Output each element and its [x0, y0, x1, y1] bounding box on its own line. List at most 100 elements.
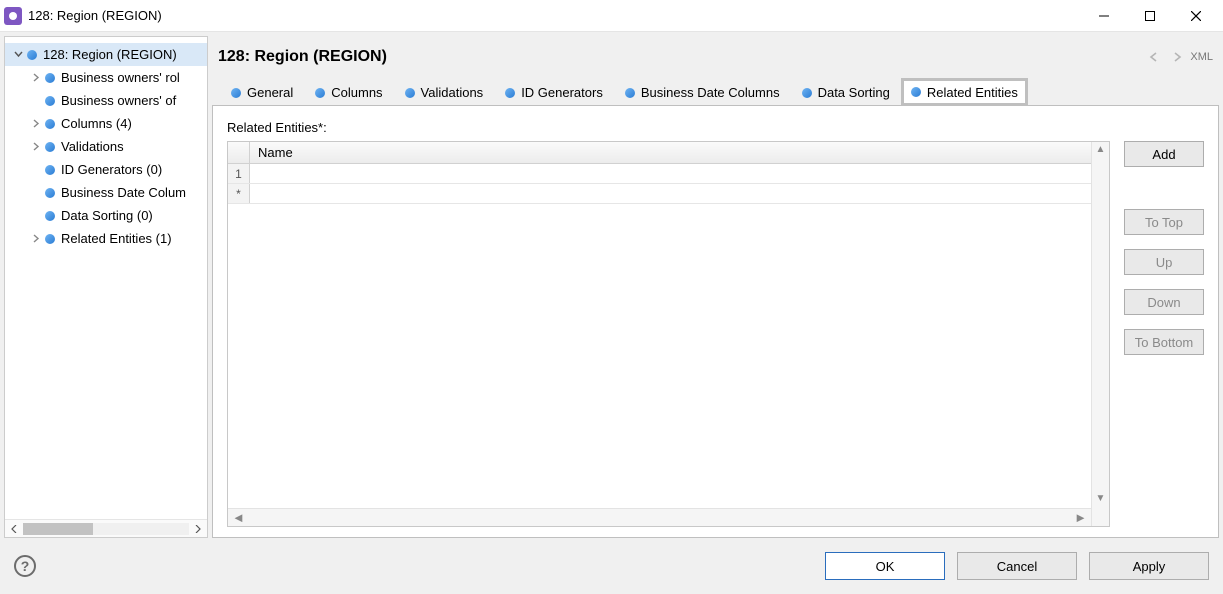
tree-root-label: 128: Region (REGION) [43, 47, 177, 62]
to-bottom-button[interactable]: To Bottom [1124, 329, 1204, 355]
bullet-icon [45, 96, 55, 106]
app-icon [4, 7, 22, 25]
tree-item-label: Business owners' rol [61, 70, 180, 85]
cell-name[interactable] [250, 164, 1091, 183]
tab-general[interactable]: General [220, 78, 304, 106]
down-button[interactable]: Down [1124, 289, 1204, 315]
tree-root[interactable]: 128: Region (REGION) [5, 43, 207, 66]
close-button[interactable] [1173, 0, 1219, 32]
tree-item-label: Data Sorting (0) [61, 208, 153, 223]
bullet-icon [315, 88, 325, 98]
tree-item-label: Business Date Colum [61, 185, 186, 200]
tree-item[interactable]: Columns (4) [5, 112, 207, 135]
grid-vscroll[interactable]: ▲ ▼ [1091, 142, 1109, 526]
bullet-icon [405, 88, 415, 98]
maximize-button[interactable] [1127, 0, 1173, 32]
bullet-icon [45, 211, 55, 221]
help-icon[interactable]: ? [14, 555, 36, 577]
bullet-icon [911, 87, 921, 97]
tab-columns[interactable]: Columns [304, 78, 393, 106]
xml-label[interactable]: XML [1190, 51, 1213, 63]
bullet-icon [27, 50, 37, 60]
scroll-down-icon[interactable]: ▼ [1092, 493, 1109, 504]
tab-data-sorting[interactable]: Data Sorting [791, 78, 901, 106]
tree-item[interactable]: Business Date Colum [5, 181, 207, 204]
bullet-icon [45, 119, 55, 129]
grid-rows: 1 * [228, 164, 1091, 508]
table-row-new[interactable]: * [228, 184, 1091, 204]
tree-item[interactable]: Validations [5, 135, 207, 158]
scroll-track[interactable] [23, 523, 189, 535]
chevron-right-icon[interactable] [29, 140, 43, 154]
tree-item-label: Columns (4) [61, 116, 132, 131]
button-label: Up [1156, 255, 1173, 270]
cell-name[interactable] [250, 184, 1091, 203]
tab-label: Columns [331, 85, 382, 100]
scroll-thumb[interactable] [23, 523, 93, 535]
tree-item-label: ID Generators (0) [61, 162, 162, 177]
section-label: Related Entities*: [227, 120, 1204, 135]
scroll-right-icon[interactable] [189, 520, 207, 538]
grid-corner [228, 142, 250, 163]
cancel-button[interactable]: Cancel [957, 552, 1077, 580]
ok-button[interactable]: OK [825, 552, 945, 580]
tree-item[interactable]: Related Entities (1) [5, 227, 207, 250]
scroll-left-icon[interactable]: ◄ [232, 510, 245, 525]
button-label: To Top [1145, 215, 1183, 230]
titlebar: 128: Region (REGION) [0, 0, 1223, 32]
tab-label: Data Sorting [818, 85, 890, 100]
tree-item[interactable]: ID Generators (0) [5, 158, 207, 181]
bullet-icon [45, 188, 55, 198]
related-entities-grid: Name 1 * [227, 141, 1110, 527]
to-top-button[interactable]: To Top [1124, 209, 1204, 235]
button-label: Cancel [997, 559, 1037, 574]
grid-hscroll[interactable]: ◄ ► [228, 508, 1091, 526]
bullet-icon [45, 142, 55, 152]
tree-item[interactable]: Business owners' rol [5, 66, 207, 89]
scroll-left-icon[interactable] [5, 520, 23, 538]
minimize-button[interactable] [1081, 0, 1127, 32]
scroll-up-icon[interactable]: ▲ [1092, 144, 1109, 155]
table-row[interactable]: 1 [228, 164, 1091, 184]
tab-id-generators[interactable]: ID Generators [494, 78, 614, 106]
chevron-right-icon[interactable] [29, 71, 43, 85]
chevron-down-icon[interactable] [11, 48, 25, 62]
tree-item-label: Validations [61, 139, 124, 154]
main-panel: 128: Region (REGION) XML General Columns… [212, 36, 1219, 538]
chevron-right-icon[interactable] [29, 232, 43, 246]
tree-item-label: Business owners' of [61, 93, 176, 108]
apply-button[interactable]: Apply [1089, 552, 1209, 580]
bullet-icon [505, 88, 515, 98]
tab-label: Related Entities [927, 85, 1018, 100]
grid-header: Name [228, 142, 1091, 164]
button-label: OK [876, 559, 895, 574]
tree-item[interactable]: Business owners' of [5, 89, 207, 112]
bullet-icon [45, 165, 55, 175]
column-header-name[interactable]: Name [250, 142, 1091, 163]
tab-label: Business Date Columns [641, 85, 780, 100]
scroll-right-icon[interactable]: ► [1074, 510, 1087, 525]
tab-label: ID Generators [521, 85, 603, 100]
tab-business-date-columns[interactable]: Business Date Columns [614, 78, 791, 106]
tab-related-entities[interactable]: Related Entities [901, 78, 1028, 106]
main-header: 128: Region (REGION) XML [212, 36, 1219, 78]
button-label: To Bottom [1135, 335, 1194, 350]
bullet-icon [45, 234, 55, 244]
sidebar-hscroll[interactable] [5, 519, 207, 537]
add-button[interactable]: Add [1124, 141, 1204, 167]
tab-label: Validations [421, 85, 484, 100]
side-buttons: Add To Top Up Down To Bottom [1124, 141, 1204, 527]
nav-back-icon[interactable] [1146, 48, 1164, 66]
button-label: Apply [1133, 559, 1166, 574]
button-label: Add [1152, 147, 1175, 162]
tabs: General Columns Validations ID Generator… [220, 78, 1219, 106]
up-button[interactable]: Up [1124, 249, 1204, 275]
bullet-icon [45, 73, 55, 83]
tab-content: Related Entities*: Name 1 [212, 105, 1219, 538]
chevron-right-icon[interactable] [29, 117, 43, 131]
tab-validations[interactable]: Validations [394, 78, 495, 106]
tree-item[interactable]: Data Sorting (0) [5, 204, 207, 227]
nav-forward-icon[interactable] [1168, 48, 1186, 66]
bullet-icon [625, 88, 635, 98]
bullet-icon [802, 88, 812, 98]
